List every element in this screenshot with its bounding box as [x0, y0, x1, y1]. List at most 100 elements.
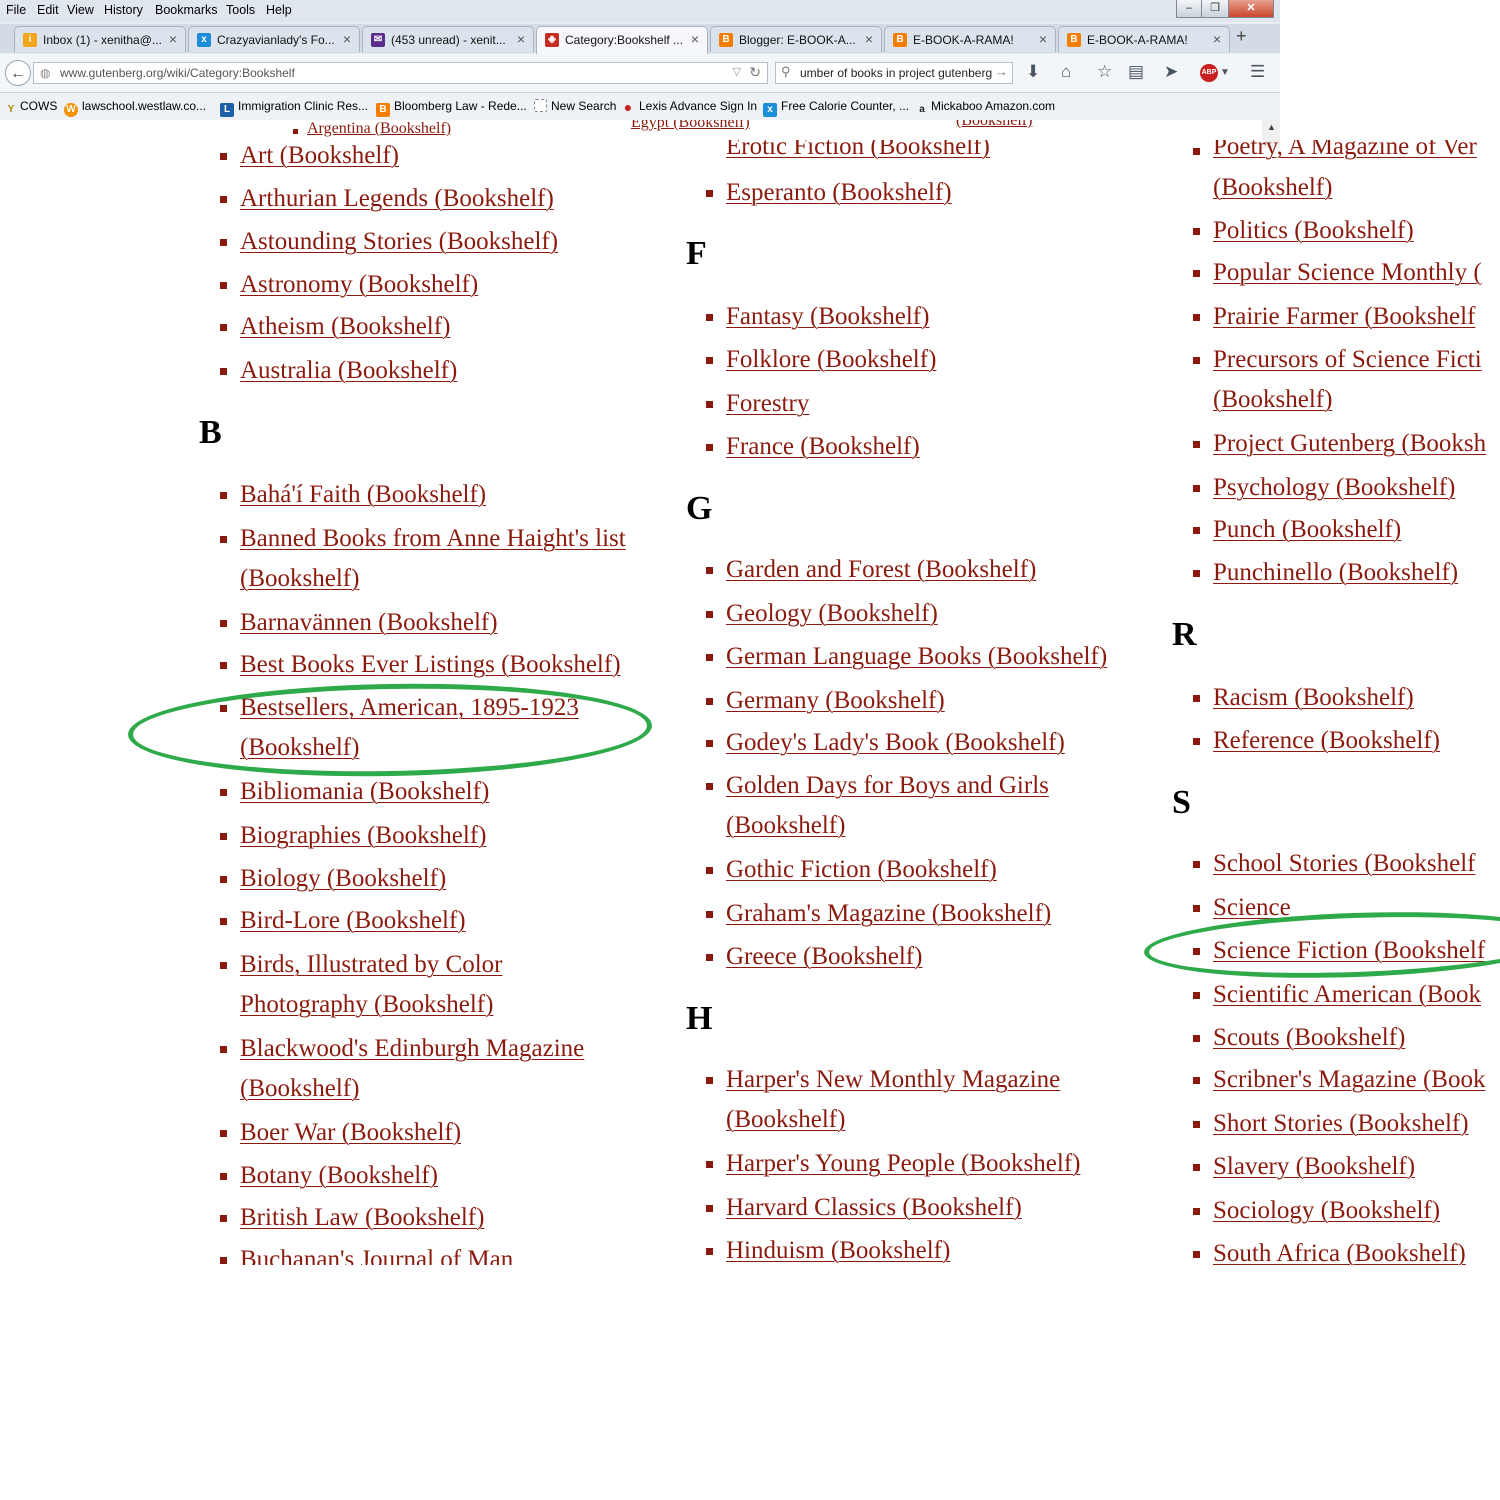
link-partial-bookshelf[interactable]: (Bookshelf)	[956, 120, 1032, 130]
link-sociology-bookshelf[interactable]: Sociology (Bookshelf)	[1213, 1191, 1440, 1231]
link-atheism-bookshelf[interactable]: Atheism (Bookshelf)	[240, 307, 450, 347]
close-tab-icon[interactable]: ×	[517, 31, 525, 47]
bookmark-lexis[interactable]: ● Lexis Advance Sign In	[621, 99, 757, 114]
url-input[interactable]	[58, 65, 742, 81]
bookmark-bloomberg[interactable]: B Bloomberg Law - Rede...	[376, 99, 527, 117]
link-garden-and-forest-bookshelf[interactable]: Garden and Forest (Bookshelf)	[726, 550, 1036, 590]
home-icon[interactable]: ⌂	[1061, 62, 1071, 82]
link-scouts-bookshelf[interactable]: Scouts (Bookshelf)	[1213, 1018, 1405, 1058]
link-esperanto-bookshelf[interactable]: Esperanto (Bookshelf)	[726, 173, 952, 213]
menu-help[interactable]: Help	[266, 3, 292, 17]
link-france-bookshelf[interactable]: France (Bookshelf)	[726, 427, 920, 467]
link-golden-days-for-boys-and-girls[interactable]: Golden Days for Boys and Girls	[726, 766, 1049, 806]
link-egypt[interactable]: Egypt (Bookshelf)	[631, 120, 750, 132]
menu-tools[interactable]: Tools	[226, 3, 255, 17]
link-prairie-farmer-bookshelf[interactable]: Prairie Farmer (Bookshelf	[1213, 297, 1475, 337]
bookmark-immigration-clinic[interactable]: L Immigration Clinic Res...	[220, 99, 368, 117]
link-greece-bookshelf[interactable]: Greece (Bookshelf)	[726, 937, 922, 977]
link-graham-s-magazine-bookshelf[interactable]: Graham's Magazine (Bookshelf)	[726, 894, 1051, 934]
link-slavery-bookshelf[interactable]: Slavery (Bookshelf)	[1213, 1147, 1415, 1187]
link-botany-bookshelf[interactable]: Botany (Bookshelf)	[240, 1156, 438, 1196]
bookmark-new-search[interactable]: New Search	[534, 99, 616, 113]
link-banned-books-from-anne-haight-s-list[interactable]: Banned Books from Anne Haight's list	[240, 519, 626, 559]
bookmark-star-icon[interactable]: ☆	[1097, 62, 1112, 82]
search-go-arrow-icon[interactable]: →	[995, 64, 1008, 79]
menu-file[interactable]: File	[6, 3, 26, 17]
link-harper-s-new-monthly-magazine-line2[interactable]: (Bookshelf)	[726, 1100, 845, 1140]
close-tab-icon[interactable]: ×	[169, 31, 177, 47]
link-poetry-magazine-line2[interactable]: (Bookshelf)	[1213, 168, 1332, 208]
link-politics-bookshelf[interactable]: Politics (Bookshelf)	[1213, 211, 1414, 251]
link-precursors-of-science-ficti[interactable]: Precursors of Science Ficti	[1213, 340, 1482, 380]
download-icon[interactable]: ⬇	[1026, 62, 1040, 82]
link-australia-bookshelf[interactable]: Australia (Bookshelf)	[240, 351, 457, 391]
close-tab-icon[interactable]: ×	[691, 31, 699, 47]
adblock-icon[interactable]: ABP	[1200, 64, 1218, 82]
link-arthurian-legends-bookshelf[interactable]: Arthurian Legends (Bookshelf)	[240, 179, 554, 219]
tab-ebook-a-rama-2[interactable]: B E-BOOK-A-RAMA! ×	[1058, 26, 1230, 52]
tab-ebook-a-rama-1[interactable]: B E-BOOK-A-RAMA! ×	[884, 26, 1056, 52]
link-folklore-bookshelf[interactable]: Folklore (Bookshelf)	[726, 340, 936, 380]
link-astronomy-bookshelf[interactable]: Astronomy (Bookshelf)	[240, 265, 478, 305]
bookmark-westlaw[interactable]: Wlawschool.westlaw.co...	[64, 99, 206, 117]
maximize-button[interactable]: ❐	[1201, 0, 1229, 18]
hamburger-menu-icon[interactable]: ☰	[1250, 62, 1265, 82]
link-biographies-bookshelf[interactable]: Biographies (Bookshelf)	[240, 816, 486, 856]
link-geology-bookshelf[interactable]: Geology (Bookshelf)	[726, 594, 938, 634]
link-best-books-ever-listings-bookshelf[interactable]: Best Books Ever Listings (Bookshelf)	[240, 645, 621, 685]
close-tab-icon[interactable]: ×	[343, 31, 351, 47]
link-reference-bookshelf[interactable]: Reference (Bookshelf)	[1213, 721, 1440, 761]
link-british-law-bookshelf[interactable]: British Law (Bookshelf)	[240, 1198, 484, 1238]
link-harvard-classics-bookshelf[interactable]: Harvard Classics (Bookshelf)	[726, 1188, 1022, 1228]
link-germany-bookshelf[interactable]: Germany (Bookshelf)	[726, 681, 945, 721]
link-punchinello-bookshelf[interactable]: Punchinello (Bookshelf)	[1213, 553, 1458, 593]
link-german-language-books-bookshelf[interactable]: German Language Books (Bookshelf)	[726, 637, 1107, 677]
close-tab-icon[interactable]: ×	[1213, 31, 1221, 47]
link-bibliomania-bookshelf[interactable]: Bibliomania (Bookshelf)	[240, 772, 489, 812]
menu-edit[interactable]: Edit	[37, 3, 59, 17]
link-psychology-bookshelf[interactable]: Psychology (Bookshelf)	[1213, 468, 1455, 508]
bookmark-mickaboo[interactable]: a Mickaboo Amazon.com	[917, 99, 1055, 117]
link-precursors-of-science-ficti-line2[interactable]: (Bookshelf)	[1213, 380, 1332, 420]
link-blackwood-s-edinburgh-magazine-line2[interactable]: (Bookshelf)	[240, 1069, 359, 1109]
link-golden-days-for-boys-and-girls-line2[interactable]: (Bookshelf)	[726, 806, 845, 846]
minimize-button[interactable]: –	[1176, 0, 1202, 18]
tab-blogger[interactable]: B Blogger: E-BOOK-A... ×	[710, 26, 882, 52]
close-tab-icon[interactable]: ×	[1039, 31, 1047, 47]
link-erotic-fiction[interactable]: Erotic Fiction (Bookshelf)	[726, 140, 990, 167]
link-birds-illustrated-by-color[interactable]: Birds, Illustrated by Color	[240, 945, 502, 985]
close-window-button[interactable]: ✕	[1228, 0, 1274, 18]
link-barnav-nnen-bookshelf[interactable]: Barnavännen (Bookshelf)	[240, 603, 498, 643]
link-punch-bookshelf[interactable]: Punch (Bookshelf)	[1213, 510, 1401, 550]
link-scribner-s-magazine-book[interactable]: Scribner's Magazine (Book	[1213, 1060, 1486, 1100]
tab-crazyavianlady[interactable]: x Crazyavianlady's Fo... ×	[188, 26, 360, 52]
menu-history[interactable]: History	[104, 3, 143, 17]
link-harper-s-new-monthly-magazine[interactable]: Harper's New Monthly Magazine	[726, 1060, 1060, 1100]
link-harper-s-young-people-bookshelf[interactable]: Harper's Young People (Bookshelf)	[726, 1144, 1080, 1184]
link-buchanan-s-journal-of-man[interactable]: Buchanan's Journal of Man	[240, 1240, 513, 1265]
close-tab-icon[interactable]: ×	[865, 31, 873, 47]
link-godey-s-lady-s-book-bookshelf[interactable]: Godey's Lady's Book (Bookshelf)	[726, 723, 1065, 763]
send-icon[interactable]: ➤	[1164, 62, 1178, 82]
link-school-stories-bookshelf[interactable]: School Stories (Bookshelf	[1213, 844, 1476, 884]
bookmark-cows[interactable]: Y COWS	[6, 99, 58, 117]
link-biology-bookshelf[interactable]: Biology (Bookshelf)	[240, 859, 446, 899]
reload-icon[interactable]: ↻	[749, 64, 761, 81]
search-input[interactable]	[798, 65, 998, 81]
link-blackwood-s-edinburgh-magazine[interactable]: Blackwood's Edinburgh Magazine	[240, 1029, 584, 1069]
link-south-africa-bookshelf[interactable]: South Africa (Bookshelf)	[1213, 1234, 1466, 1265]
link-short-stories-bookshelf[interactable]: Short Stories (Bookshelf)	[1213, 1104, 1469, 1144]
tab-unread-mail[interactable]: ✉ (453 unread) - xenit... ×	[362, 26, 534, 52]
link-fantasy-bookshelf[interactable]: Fantasy (Bookshelf)	[726, 297, 929, 337]
link-racism-bookshelf[interactable]: Racism (Bookshelf)	[1213, 678, 1414, 718]
link-forestry[interactable]: Forestry	[726, 384, 809, 424]
tab-category-bookshelf[interactable]: ◈ Category:Bookshelf ... ×	[536, 26, 708, 54]
adblock-dropdown-icon[interactable]: ▼	[1220, 67, 1230, 78]
link-popular-science-monthly[interactable]: Popular Science Monthly (	[1213, 253, 1482, 293]
link-banned-books-from-anne-haight-s-list-line2[interactable]: (Bookshelf)	[240, 559, 359, 599]
new-tab-icon[interactable]: +	[1236, 26, 1247, 47]
link-bah-faith-bookshelf[interactable]: Bahá'í Faith (Bookshelf)	[240, 475, 486, 515]
link-art-bookshelf[interactable]: Art (Bookshelf)	[240, 136, 399, 176]
link-poetry-magazine[interactable]: Poetry, A Magazine of Ver	[1213, 140, 1477, 166]
link-boer-war-bookshelf[interactable]: Boer War (Bookshelf)	[240, 1113, 461, 1153]
